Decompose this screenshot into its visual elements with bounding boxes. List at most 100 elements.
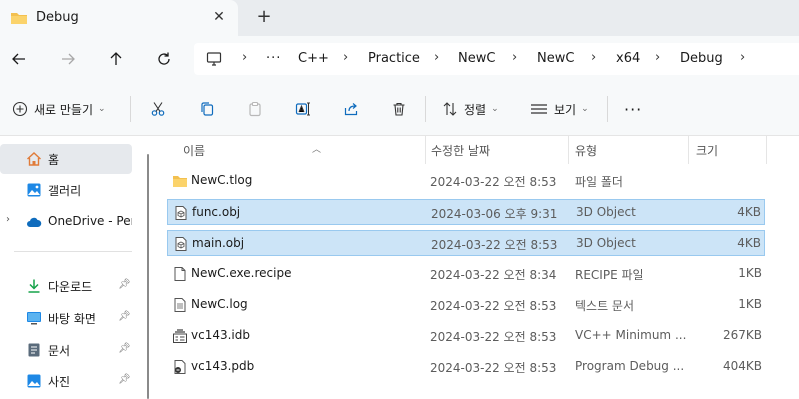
breadcrumb-separator: › [343,50,349,65]
forward-button[interactable] [55,46,81,72]
sidebar-item-desktop[interactable]: 바탕 화면 📌︎ [0,303,132,333]
file-icon [174,267,186,281]
file-size: 404KB [722,359,762,373]
file-name: NewC.log [191,297,248,311]
tab-debug[interactable]: Debug ✕ [0,0,238,36]
column-header-type[interactable]: 유형 [568,136,688,164]
paste-button[interactable] [247,98,263,120]
document-icon [28,343,40,357]
file-row-vc143-idb[interactable]: vc143.idb 2024-03-22 오전 8:53 VC++ Minimu… [167,323,765,349]
home-icon [27,152,41,166]
file-row-func-obj[interactable]: func.obj 2024-03-06 오후 9:31 3D Object 4K… [167,199,765,225]
breadcrumb-x64[interactable]: x64 [616,51,640,66]
view-button[interactable]: 보기 ⌄ [530,98,589,120]
breadcrumb-separator: › [242,50,248,65]
chevron-down-icon: ⌄ [491,104,499,114]
new-tab-button[interactable]: + [254,7,274,27]
sort-button[interactable]: 정렬 ⌄ [442,98,499,120]
file-type: Program Debug ... [575,359,685,373]
file-size: 4KB [737,205,761,219]
file-modified: 2024-03-22 오전 8:53 [430,299,557,313]
plus-circle-icon [12,101,28,117]
arrow-right-icon [62,53,75,65]
file-row-newc-exe-recipe[interactable]: NewC.exe.recipe 2024-03-22 오전 8:34 RECIP… [167,261,765,287]
file-type: 3D Object [576,236,636,250]
breadcrumb-newc-2[interactable]: NewC [537,51,574,66]
column-header-label: 유형 [575,144,598,158]
up-button[interactable] [103,46,129,72]
pin-icon[interactable]: 📌︎ [118,343,131,354]
file-type: 3D Object [576,205,636,219]
file-size: 1KB [738,297,762,311]
rename-icon [295,102,310,116]
breadcrumb-more[interactable]: ··· [266,51,281,66]
file-row-vc143-pdb[interactable]: vc143.pdb 2024-03-22 오전 8:53 Program Deb… [167,354,765,380]
sidebar-scrollbar[interactable] [147,154,149,399]
sidebar-item-label: 갤러리 [48,184,82,198]
refresh-button[interactable] [151,46,177,72]
chevron-down-icon: ⌄ [98,104,106,114]
file-name: func.obj [192,205,241,219]
close-tab-icon[interactable]: ✕ [210,8,228,26]
chevron-right-icon[interactable]: › [6,214,10,225]
column-divider[interactable] [766,136,767,164]
navigation-pane: 홈 갤러리 › OneDrive - Pers 다운로드 📌︎ 바탕 화면 📌︎… [0,136,140,399]
clipboard-icon [249,101,261,117]
file-modified: 2024-03-22 오전 8:53 [431,238,558,252]
breadcrumb-newc[interactable]: NewC [458,51,495,66]
breadcrumb-debug[interactable]: Debug [680,51,723,66]
copy-button[interactable] [199,98,215,120]
share-icon [344,103,358,116]
cloud-icon [27,217,42,227]
pin-icon[interactable]: 📌︎ [118,311,131,322]
sidebar-item-documents[interactable]: 문서 📌︎ [0,335,132,365]
folder-icon [173,176,187,187]
sidebar-item-downloads[interactable]: 다운로드 📌︎ [0,271,132,301]
back-button[interactable] [6,46,32,72]
cut-button[interactable] [150,98,166,120]
breadcrumb-cpp[interactable]: C++ [298,51,329,66]
gallery-icon [27,183,41,197]
sidebar-item-gallery[interactable]: 갤러리 [0,175,132,205]
arrow-left-icon [12,53,25,65]
view-label: 보기 [554,102,577,117]
breadcrumb-separator: › [740,50,746,65]
divider [607,96,608,122]
download-icon [28,279,40,293]
sidebar-item-pictures[interactable]: 사진 📌︎ [0,366,132,396]
column-header-size[interactable]: 크기 [688,136,766,164]
sort-icon [443,102,457,116]
sidebar-item-label: 홈 [48,153,60,167]
column-header-label: 이름 [183,144,206,158]
file-list: ︿ 이름 수정한 날짜 유형 크기 NewC.tlog 2024-03-22 오… [150,136,799,399]
sidebar-item-home[interactable]: 홈 [0,144,132,174]
share-button[interactable] [343,98,359,120]
column-header-label: 크기 [696,144,719,158]
pin-icon[interactable]: 📌︎ [118,279,131,290]
delete-button[interactable] [391,98,407,120]
sidebar-item-onedrive[interactable]: › OneDrive - Pers [0,207,132,237]
column-header-name[interactable]: ︿ 이름 [167,136,425,164]
file-modified: 2024-03-22 오전 8:53 [430,175,557,189]
new-button[interactable]: 새로 만들기 ⌄ [12,98,106,120]
file-row-newc-tlog[interactable]: NewC.tlog 2024-03-22 오전 8:53 파일 폴더 [167,168,765,194]
monitor-icon [206,52,222,66]
column-header-label: 수정한 날짜 [431,144,491,158]
file-row-main-obj[interactable]: main.obj 2024-03-22 오전 8:53 3D Object 4K… [167,230,765,256]
text-file-icon [174,298,186,312]
sidebar-item-label: OneDrive - Pers [48,214,132,228]
breadcrumb-practice[interactable]: Practice [368,51,420,66]
rename-button[interactable] [295,98,311,120]
title-bar: Debug ✕ + [0,0,799,36]
divider [130,96,131,122]
column-header-modified[interactable]: 수정한 날짜 [425,136,568,164]
file-row-newc-log[interactable]: NewC.log 2024-03-22 오전 8:53 텍스트 문서 1KB [167,292,765,318]
file-size: 1KB [738,266,762,280]
photos-icon [27,374,41,388]
file-name: NewC.tlog [191,173,253,187]
folder-icon [11,13,27,24]
more-options-button[interactable]: ··· [624,98,642,120]
address-bar[interactable]: › ··· C++ › Practice › NewC › NewC › x64… [194,43,799,75]
pin-icon[interactable]: 📌︎ [118,374,131,385]
file-type: 파일 폴더 [575,175,623,189]
